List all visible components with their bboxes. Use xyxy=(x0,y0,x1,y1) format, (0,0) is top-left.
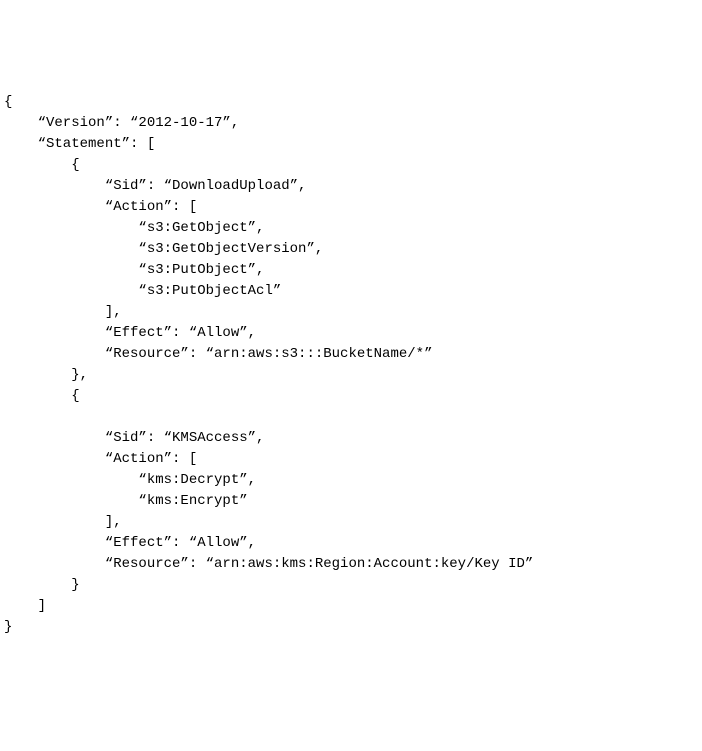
code-line: } xyxy=(4,577,80,593)
code-line: “Resource”: “arn:aws:s3:::BucketName/*” xyxy=(4,346,432,362)
code-line: ] xyxy=(4,598,46,614)
code-line: “Statement”: [ xyxy=(4,136,155,152)
code-line: “s3:GetObjectVersion”, xyxy=(4,241,323,257)
iam-policy-code-block: { “Version”: “2012-10-17”, “Statement”: … xyxy=(4,92,698,638)
code-line: “s3:GetObject”, xyxy=(4,220,264,236)
code-line: { xyxy=(4,157,80,173)
code-line: “Sid”: “DownloadUpload”, xyxy=(4,178,306,194)
code-line: “Resource”: “arn:aws:kms:Region:Account:… xyxy=(4,556,533,572)
code-line: “Version”: “2012-10-17”, xyxy=(4,115,239,131)
code-line: “Effect”: “Allow”, xyxy=(4,535,256,551)
code-line: “Action”: [ xyxy=(4,451,197,467)
code-line: { xyxy=(4,388,80,404)
code-line: “Sid”: “KMSAccess”, xyxy=(4,430,264,446)
code-line: ], xyxy=(4,304,122,320)
code-line: “kms:Decrypt”, xyxy=(4,472,256,488)
code-line: ], xyxy=(4,514,122,530)
code-line: } xyxy=(4,619,12,635)
code-line: “Effect”: “Allow”, xyxy=(4,325,256,341)
code-line: “Action”: [ xyxy=(4,199,197,215)
code-line: { xyxy=(4,94,12,110)
code-line: “kms:Encrypt” xyxy=(4,493,248,509)
code-line: “s3:PutObjectAcl” xyxy=(4,283,281,299)
code-line: }, xyxy=(4,367,88,383)
code-line: “s3:PutObject”, xyxy=(4,262,264,278)
